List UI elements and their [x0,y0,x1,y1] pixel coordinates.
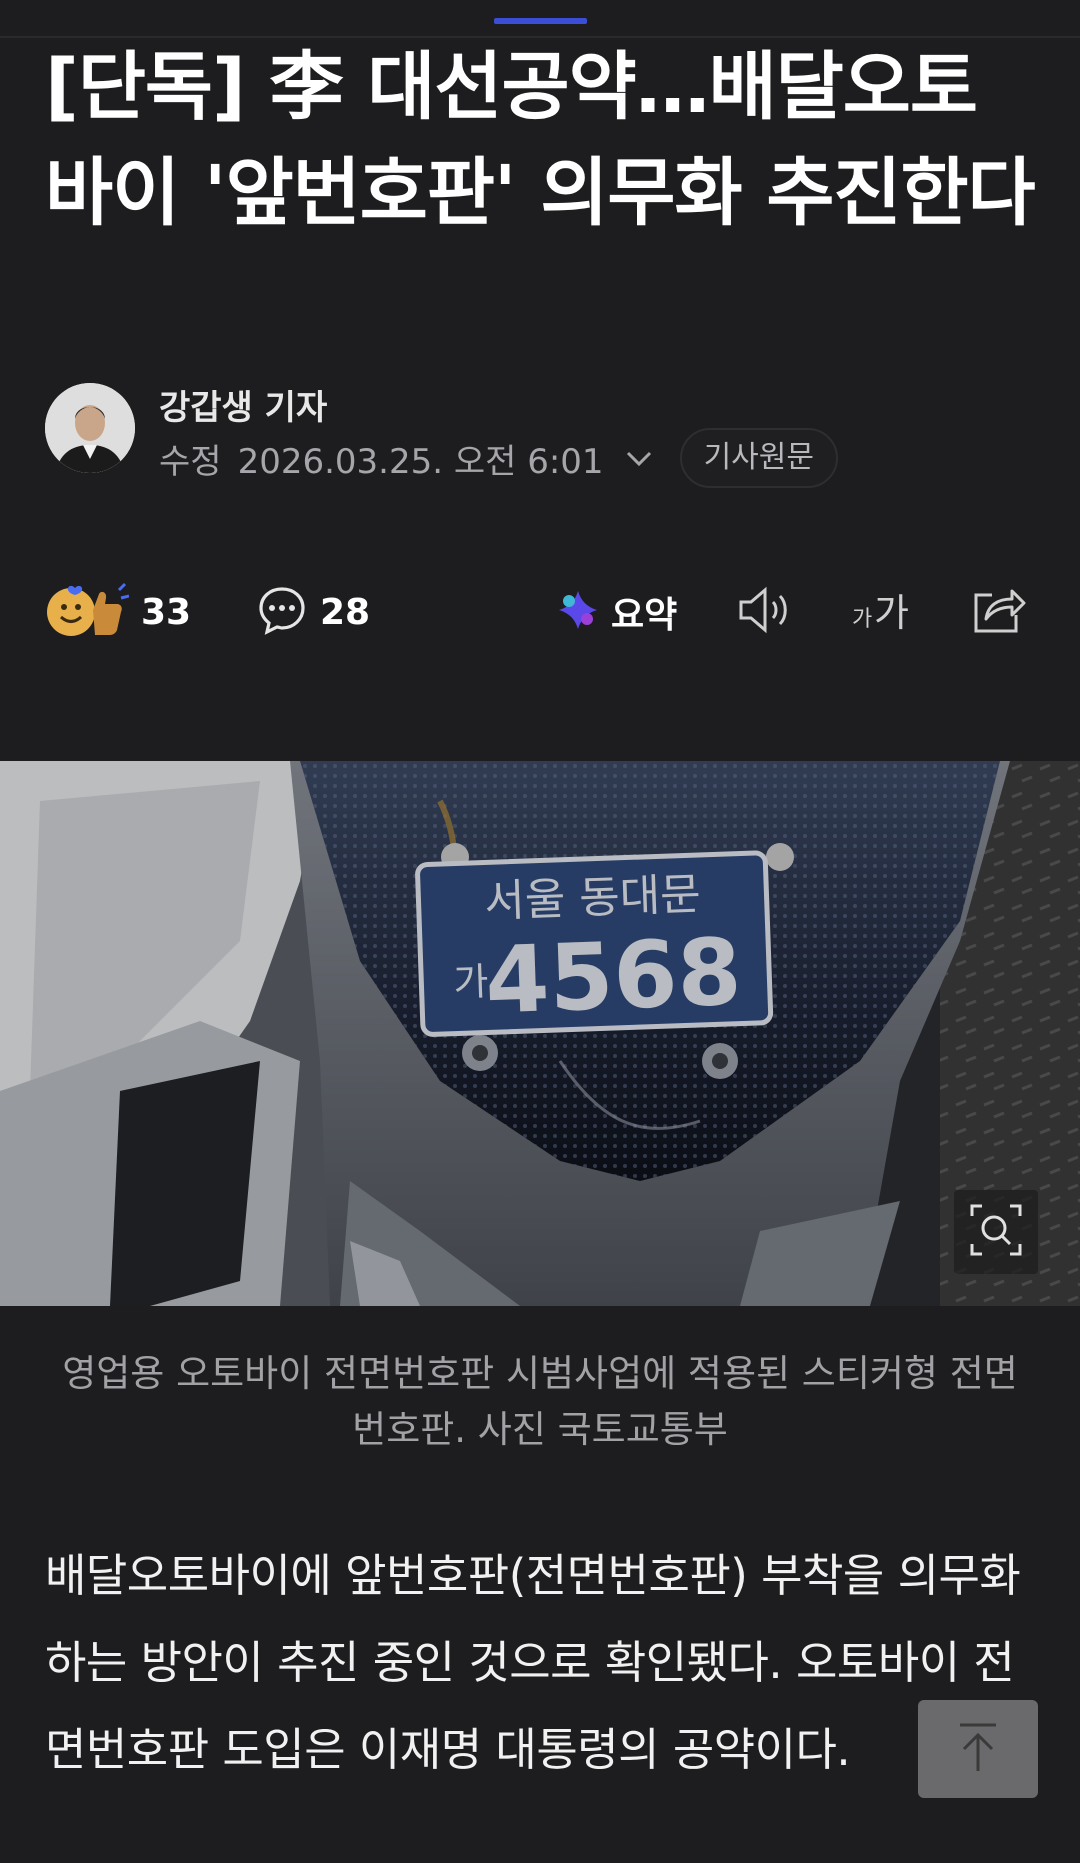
article-body: 배달오토바이에 앞번호판(전면번호판) 부착을 의무화하는 방안이 추진 중인 … [45,1549,1021,1776]
photo-caption: 영업용 오토바이 전면번호판 시범사업에 적용된 스티커형 전면번호판. 사진 … [62,1352,1018,1451]
article-action-bar: 33 28 요약 가 가 [45,570,1035,654]
svg-text:가: 가 [874,591,909,635]
original-article-button[interactable]: 기사원문 [679,428,838,488]
ai-summary-icon [555,587,601,637]
font-size-icon: 가 가 [850,584,920,640]
speaker-icon [735,584,795,640]
summary-label: 요약 [611,595,678,636]
reporter-avatar[interactable] [45,383,135,473]
reaction-count: 33 [141,591,192,633]
reaction-emoji-icon [45,580,130,644]
reaction-button[interactable]: 33 [45,570,191,654]
share-button[interactable] [970,570,1028,654]
comments-button[interactable]: 28 [256,570,370,654]
chevron-down-icon[interactable] [622,441,656,475]
summary-button[interactable]: 요약 [555,570,677,654]
active-tab-indicator [494,18,587,24]
scroll-to-top-button[interactable] [918,1700,1038,1798]
article-photo[interactable]: 서울 동대문 가 4568 [0,761,1080,1306]
listen-button[interactable] [735,570,795,654]
article-headline: [단독] 李 대선공약…배달오토바이 '앞번호판' 의무화 추진한다 [45,44,1036,236]
motorcycle-plate-photo: 서울 동대문 가 4568 [0,761,1080,1306]
article-meta: 수정 2026.03.25. 오전 6:01 기사원문 [159,428,838,488]
font-size-button[interactable]: 가 가 [850,570,920,654]
article-page: [단독] 李 대선공약…배달오토바이 '앞번호판' 의무화 추진한다 강갑생 기… [0,0,1080,1863]
article-datetime: 2026.03.25. 오전 6:01 [237,441,604,482]
comment-count: 28 [320,591,371,633]
reporter-name[interactable]: 강갑생 기자 [159,380,327,429]
share-icon [970,583,1028,641]
photo-zoom-button[interactable] [954,1190,1038,1274]
modified-label: 수정 [159,441,222,482]
comment-icon [256,584,308,640]
zoom-search-icon [966,1200,1026,1264]
byline: 강갑생 기자 수정 2026.03.25. 오전 6:01 기사원문 [45,380,1035,488]
svg-text:가: 가 [852,607,872,632]
arrow-up-icon [948,1717,1008,1781]
